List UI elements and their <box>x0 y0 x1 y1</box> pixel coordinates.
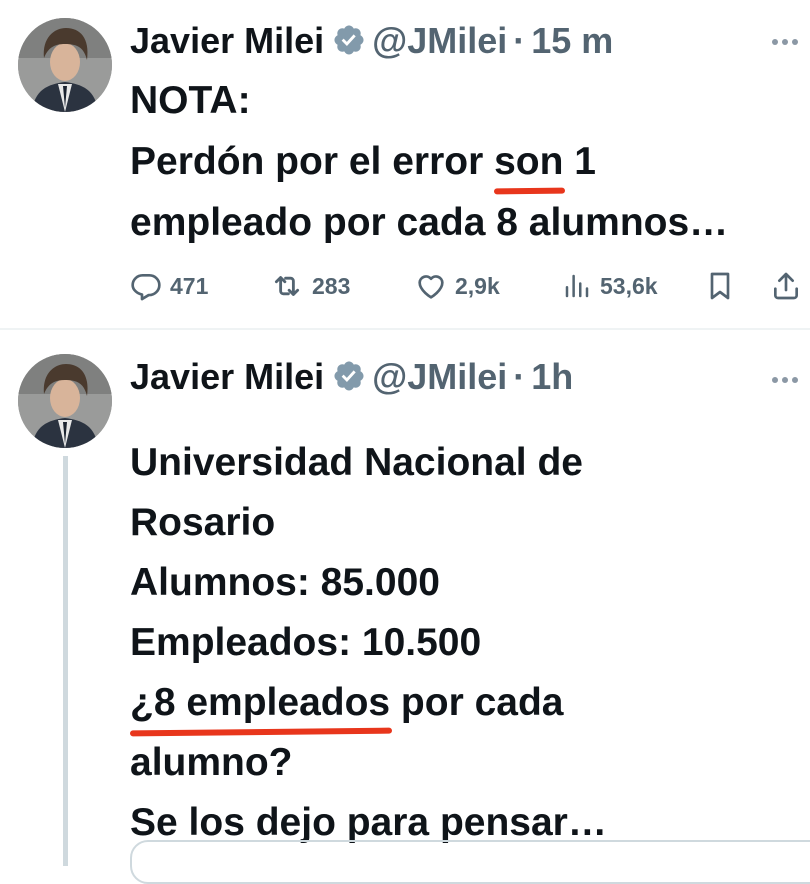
text-line: Empleados: 10.500 <box>130 621 482 664</box>
tweet-text: Universidad Nacional de Rosario Alumnos:… <box>130 433 810 853</box>
reply-count: 471 <box>170 272 209 299</box>
tweet-actions: 471 283 2,9k 53,6k <box>130 266 810 306</box>
views-icon <box>562 271 592 301</box>
text-segment: Perdón por el error <box>130 140 495 183</box>
verified-badge-icon <box>332 20 366 55</box>
tweet-1[interactable]: Javier Milei @JMilei · 15 m NOTA: Perdón po… <box>0 0 810 328</box>
text-line: Alumnos: 85.000 <box>130 561 440 604</box>
author-handle[interactable]: @JMilei <box>372 20 507 61</box>
bookmark-button[interactable] <box>704 266 736 306</box>
more-options-icon[interactable] <box>772 32 806 46</box>
tweet-timestamp[interactable]: 15 m <box>531 20 613 61</box>
text-line: alumno? <box>130 741 293 784</box>
separator-dot: · <box>513 20 526 61</box>
bookmark-icon <box>704 270 736 302</box>
author-name[interactable]: Javier Milei <box>130 356 324 397</box>
quoted-card-edge <box>130 840 810 884</box>
text-line: Rosario <box>130 501 276 544</box>
like-count: 2,9k <box>455 272 500 299</box>
highlighted-text: son <box>494 131 563 192</box>
verified-badge-icon <box>332 356 366 391</box>
like-button[interactable]: 2,9k <box>415 266 500 306</box>
text-line: Perdón por el error son 1 <box>130 131 810 192</box>
text-line: ¿8 empleados por cada <box>130 673 810 733</box>
highlighted-text: ¿8 empleados <box>130 673 390 733</box>
text-segment: 1 <box>563 140 596 183</box>
author-name[interactable]: Javier Milei <box>130 20 324 61</box>
text-line: empleado por cada 8 alumnos… <box>130 201 729 244</box>
share-button[interactable] <box>770 266 802 306</box>
text-line: Universidad Nacional de <box>130 441 583 484</box>
tweet-2[interactable]: Javier Milei @JMilei · 1h Universidad Nacio… <box>0 330 810 866</box>
retweet-button[interactable]: 283 <box>270 266 350 306</box>
views-button[interactable]: 53,6k <box>562 266 658 306</box>
more-options-icon[interactable] <box>772 370 806 384</box>
text-segment: por cada <box>390 681 564 724</box>
reply-button[interactable]: 471 <box>130 266 208 306</box>
tweet-timestamp[interactable]: 1h <box>531 356 573 397</box>
avatar[interactable] <box>18 354 112 448</box>
tweet-header: Javier Milei @JMilei · 15 m <box>130 16 613 66</box>
tweet-header: Javier Milei @JMilei · 1h <box>130 352 573 402</box>
heart-icon <box>415 270 447 302</box>
share-icon <box>770 270 802 302</box>
avatar[interactable] <box>18 18 112 112</box>
text-line: NOTA: <box>130 79 251 122</box>
author-handle[interactable]: @JMilei <box>372 356 507 397</box>
separator-dot: · <box>513 356 526 397</box>
thread-connector-line <box>63 456 68 866</box>
reply-icon <box>130 270 162 302</box>
tweet-text: NOTA: Perdón por el error son 1 empleado… <box>130 70 810 253</box>
retweet-icon <box>270 269 304 303</box>
views-count: 53,6k <box>600 272 658 299</box>
retweet-count: 283 <box>312 272 351 299</box>
